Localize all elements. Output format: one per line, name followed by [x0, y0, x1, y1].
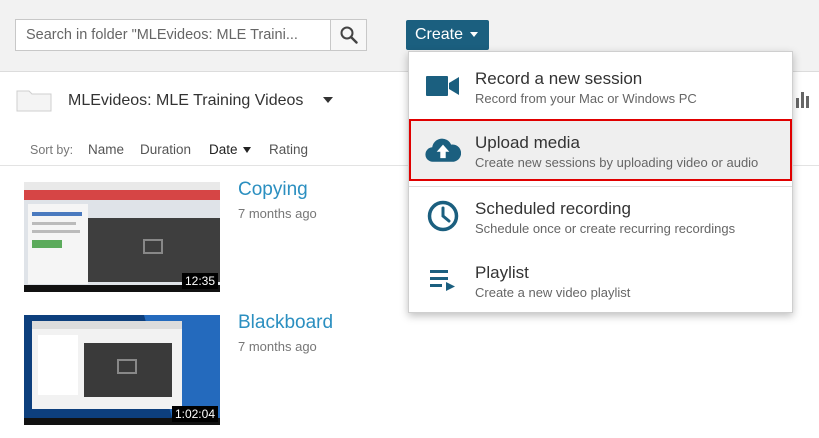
menu-item-playlist[interactable]: Playlist Create a new video playlist: [409, 249, 792, 311]
create-menu: Record a new session Record from your Ma…: [408, 51, 793, 313]
sort-option-date[interactable]: Date: [209, 142, 251, 157]
session-thumbnail[interactable]: 12:35: [24, 182, 220, 292]
menu-item-subtitle: Create new sessions by uploading video o…: [475, 155, 759, 170]
sort-option-rating[interactable]: Rating: [269, 142, 308, 157]
video-camera-icon: [425, 69, 461, 103]
session-title[interactable]: Copying: [238, 179, 308, 201]
menu-item-subtitle: Create a new video playlist: [475, 285, 631, 300]
menu-item-title: Playlist: [475, 263, 529, 282]
session-date: 7 months ago: [238, 339, 317, 354]
playlist-icon: [425, 263, 461, 297]
folder-dropdown-icon[interactable]: [323, 97, 333, 103]
cloud-upload-icon: [425, 133, 461, 167]
session-row: 1:02:04 Blackboard 7 months ago: [0, 312, 819, 435]
sort-option-name[interactable]: Name: [88, 142, 124, 157]
session-title[interactable]: Blackboard: [238, 312, 333, 334]
folder-name[interactable]: MLEvideos: MLE Training Videos: [68, 92, 303, 110]
stats-icon[interactable]: [796, 90, 812, 108]
sort-direction-icon: [242, 147, 251, 153]
menu-item-title: Record a new session: [475, 69, 643, 88]
create-button[interactable]: Create: [406, 20, 489, 50]
session-thumbnail[interactable]: 1:02:04: [24, 315, 220, 425]
session-duration: 12:35: [181, 273, 218, 289]
search-input[interactable]: [16, 20, 330, 50]
session-duration: 1:02:04: [171, 406, 218, 422]
menu-item-subtitle: Schedule once or create recurring record…: [475, 221, 736, 236]
chevron-down-icon: [470, 32, 478, 37]
folder-icon: [16, 90, 52, 112]
search-icon: [340, 26, 358, 44]
menu-item-title: Upload media: [475, 133, 580, 152]
menu-item-record-session[interactable]: Record a new session Record from your Ma…: [409, 55, 792, 117]
sort-option-duration[interactable]: Duration: [140, 142, 191, 157]
search-button[interactable]: [330, 20, 366, 50]
menu-item-scheduled-recording[interactable]: Scheduled recording Schedule once or cre…: [409, 185, 792, 247]
menu-item-title: Scheduled recording: [475, 199, 631, 218]
clock-icon: [425, 199, 461, 233]
search-box: [15, 19, 367, 51]
menu-item-subtitle: Record from your Mac or Windows PC: [475, 91, 697, 106]
create-button-label: Create: [415, 26, 464, 43]
session-date: 7 months ago: [238, 206, 317, 221]
sort-option-date-label: Date: [209, 142, 238, 157]
menu-item-upload-media[interactable]: Upload media Create new sessions by uplo…: [409, 119, 792, 181]
sort-label: Sort by:: [30, 143, 74, 157]
